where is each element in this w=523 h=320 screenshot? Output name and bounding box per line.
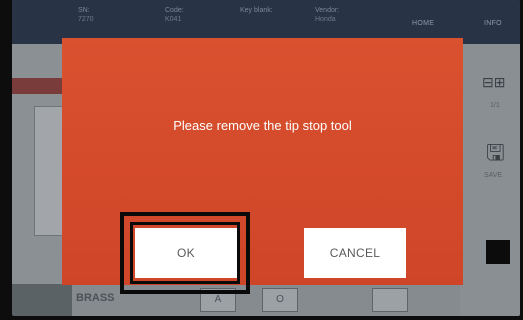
action-button[interactable] xyxy=(486,240,510,264)
key-o-button[interactable]: O xyxy=(262,288,298,312)
key-blank-label: Key blank: xyxy=(240,7,273,14)
sn-value: 7270 xyxy=(78,16,94,23)
save-label: SAVE xyxy=(484,172,503,179)
vendor-value: Honda xyxy=(315,16,336,23)
cancel-button[interactable]: CANCEL xyxy=(304,228,406,278)
code-label: Code: xyxy=(165,7,184,14)
zoom-icon[interactable]: ⊟⊞ xyxy=(482,74,505,91)
home-button[interactable]: HOME xyxy=(412,20,434,27)
right-panel: ⊟⊞ 1/1 🖫 SAVE xyxy=(460,44,520,316)
vendor-field: Vendor: Honda xyxy=(315,6,339,24)
key-blank-field: Key blank: xyxy=(240,6,273,15)
touch-screen: SN: 7270 Code: K041 Key blank: Vendor: H… xyxy=(12,0,520,316)
vendor-label: Vendor: xyxy=(315,7,340,14)
page-indicator: 1/1 xyxy=(490,102,500,109)
info-button[interactable]: INFO xyxy=(484,20,502,27)
material-label: BRASS xyxy=(76,292,115,304)
edit-key-button[interactable] xyxy=(372,288,408,312)
code-field: Code: K041 xyxy=(165,6,184,24)
sn-label: SN: xyxy=(78,7,90,14)
code-value: K041 xyxy=(165,16,182,23)
sn-field: SN: 7270 xyxy=(78,6,94,24)
save-icon[interactable]: 🖫 xyxy=(486,136,505,174)
ok-highlight-frame xyxy=(120,212,250,294)
dialog-message: Please remove the tip stop tool xyxy=(173,118,352,133)
